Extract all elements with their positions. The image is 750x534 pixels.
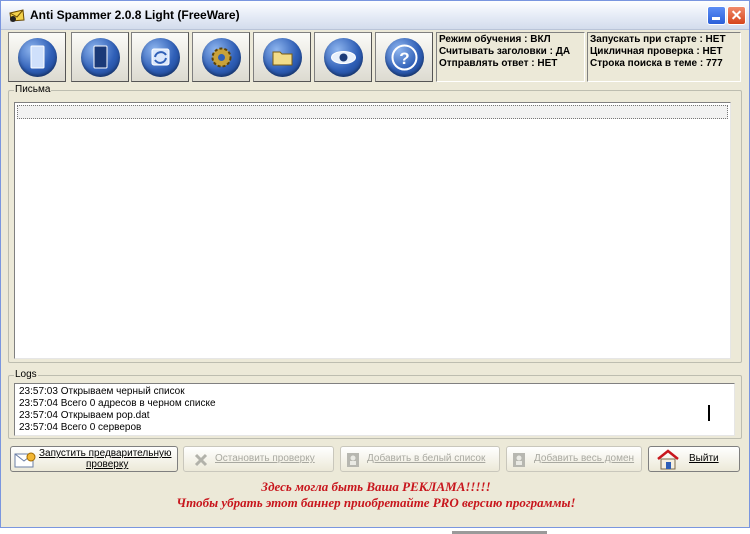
letters-list[interactable] bbox=[14, 102, 731, 359]
letters-group-label: Письма bbox=[14, 84, 52, 95]
minimize-button[interactable] bbox=[707, 6, 726, 25]
stop-x-icon bbox=[194, 453, 208, 467]
status-search-string: Строка поиска в теме : 777 bbox=[590, 58, 723, 69]
status-panel-right: Запускать при старте : НЕТ Цикличная про… bbox=[587, 32, 741, 82]
add-whitelist-label: Добавить в белый список bbox=[367, 453, 486, 464]
toolbar-button-help[interactable]: ? bbox=[375, 32, 433, 82]
status-read-headers: Считывать заголовки : ДА bbox=[439, 46, 571, 57]
ad-banner-line-2: Чтобы убрать этот баннер приобретайте PR… bbox=[176, 495, 576, 510]
toolbar-button-new[interactable] bbox=[8, 32, 66, 82]
svg-text:?: ? bbox=[399, 49, 409, 68]
main-window: Anti Spammer 2.0.8 Light (FreeWare) ? Ре… bbox=[0, 0, 750, 528]
status-send-reply: Отправлять ответ : НЕТ bbox=[439, 58, 558, 69]
gear-icon bbox=[211, 47, 232, 68]
home-icon bbox=[657, 449, 679, 470]
status-panel-left: Режим обучения : ВКЛ Считывать заголовки… bbox=[436, 32, 585, 82]
log-line: 23:57:04 Всего 0 серверов bbox=[19, 422, 142, 433]
add-domain-icon bbox=[513, 453, 525, 467]
ad-banner-line-1: Здесь могла быть Ваша РЕКЛАМА!!!!! bbox=[261, 479, 491, 494]
toolbar-button-open[interactable] bbox=[253, 32, 311, 82]
logs-list[interactable]: 23:57:03 Открываем черный список 23:57:0… bbox=[14, 383, 735, 436]
toolbar-button-document[interactable] bbox=[71, 32, 129, 82]
eye-icon bbox=[331, 51, 356, 64]
add-whitelist-button[interactable]: Добавить в белый список bbox=[340, 446, 500, 472]
window-title: Anti Spammer 2.0.8 Light (FreeWare) bbox=[30, 8, 240, 22]
folder-icon bbox=[272, 51, 293, 66]
new-document-icon bbox=[30, 45, 45, 69]
envelope-icon bbox=[14, 452, 36, 468]
log-line: 23:57:03 Открываем черный список bbox=[19, 386, 185, 397]
start-check-button[interactable]: Запустить предварительную проверку bbox=[10, 446, 178, 472]
text-cursor bbox=[708, 405, 710, 421]
stop-check-button[interactable]: Остановить проверку bbox=[183, 446, 334, 472]
log-line: 23:57:04 Открываем pop.dat bbox=[19, 410, 150, 421]
letters-list-header[interactable] bbox=[17, 105, 728, 119]
toolbar-button-settings[interactable] bbox=[192, 32, 250, 82]
add-domain-label: Добавить весь домен bbox=[534, 453, 635, 464]
status-cyclic-check: Цикличная проверка : НЕТ bbox=[590, 46, 723, 57]
start-check-label-2: проверку bbox=[86, 459, 129, 470]
log-line: 23:57:04 Всего 0 адресов в черном списке bbox=[19, 398, 216, 409]
start-check-label-1: Запустить предварительную bbox=[39, 448, 172, 459]
exit-button[interactable]: Выйти bbox=[648, 446, 740, 472]
help-icon: ? bbox=[391, 44, 418, 71]
add-user-icon bbox=[347, 453, 359, 467]
status-autostart: Запускать при старте : НЕТ bbox=[590, 34, 726, 45]
refresh-icon bbox=[151, 48, 170, 66]
stop-check-label: Остановить проверку bbox=[215, 453, 315, 464]
dark-document-icon bbox=[93, 45, 108, 69]
add-domain-button[interactable]: Добавить весь домен bbox=[506, 446, 642, 472]
app-icon bbox=[9, 9, 25, 22]
toolbar-button-refresh[interactable] bbox=[131, 32, 189, 82]
close-button[interactable] bbox=[727, 6, 746, 25]
exit-label: Выйти bbox=[689, 453, 719, 464]
status-learning-mode: Режим обучения : ВКЛ bbox=[439, 34, 551, 45]
toolbar-button-view[interactable] bbox=[314, 32, 372, 82]
logs-group-label: Logs bbox=[14, 369, 38, 380]
title-bar[interactable]: Anti Spammer 2.0.8 Light (FreeWare) bbox=[1, 1, 749, 30]
